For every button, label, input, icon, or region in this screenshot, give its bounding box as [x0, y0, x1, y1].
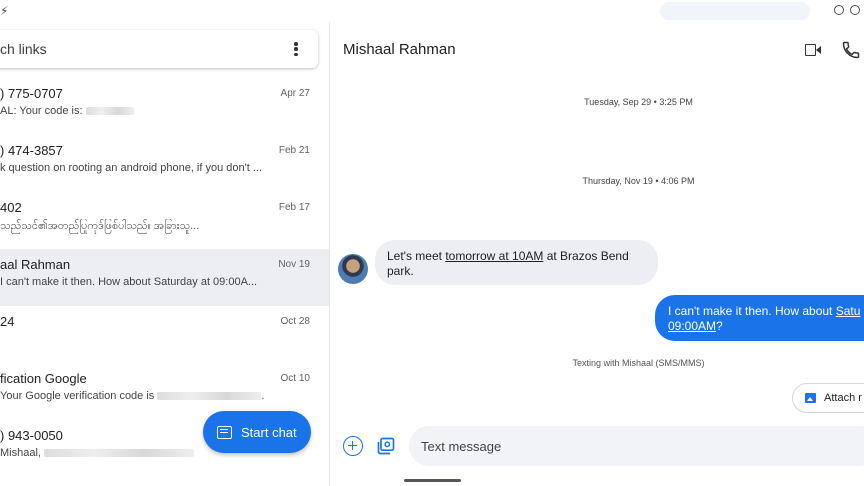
conversation-list-pane: ch links ) 775-0707 AL: Your code is: Ap… — [0, 22, 330, 486]
search-bar[interactable]: ch links — [0, 30, 318, 68]
phone-call-icon[interactable] — [841, 40, 861, 60]
wifi-icon — [850, 5, 860, 15]
conversation-date: Feb 21 — [278, 145, 310, 156]
thread-title: Mishaal Rahman — [343, 41, 456, 58]
conversation-name: 402 — [0, 200, 22, 215]
conversation-date: Oct 28 — [280, 316, 310, 327]
status-bar: ⚡ — [0, 0, 864, 22]
message-text: I can't make it then. How about — [668, 304, 836, 318]
conversation-snippet: k question on rooting an android phone, … — [0, 162, 263, 174]
attach-suggestion-chip[interactable]: Attach r — [792, 383, 864, 413]
conversation-snippet: Your Google verification code is . — [0, 390, 265, 402]
signal-icon: ⚡ — [0, 4, 9, 18]
conversation-name: ) 775-0707 — [0, 86, 63, 101]
conversation-date: Nov 19 — [278, 259, 310, 270]
timestamp: Tuesday, Sep 29 • 3:25 PM — [584, 97, 693, 107]
conversation-name: ) 474-3857 — [0, 143, 63, 158]
start-chat-label: Start chat — [241, 424, 297, 440]
chat-icon — [217, 425, 232, 439]
conversation-date: Feb 17 — [278, 202, 310, 213]
status-pill — [660, 2, 810, 20]
add-icon[interactable] — [343, 436, 363, 456]
avatar[interactable] — [338, 254, 368, 284]
outgoing-message-bubble[interactable]: I can't make it then. How about Satu 09:0… — [655, 295, 864, 341]
eye-icon — [834, 5, 844, 15]
redacted-text — [157, 392, 262, 401]
conversation-snippet: I can't make it then. How about Saturday… — [0, 276, 258, 288]
conversation-snippet: သည်သင်၏အတည်ပြုကုဒ်ဖြစ်ပါသည်။ အခြားသူ... — [0, 220, 200, 232]
message-input[interactable] — [409, 426, 864, 466]
message-link[interactable]: tomorrow at 10AM — [445, 249, 543, 263]
redacted-text — [44, 449, 195, 458]
conversation-name: 24 — [0, 314, 15, 329]
conversation-item[interactable]: ) 775-0707 AL: Your code is: Apr 27 — [0, 78, 329, 135]
conversation-snippet: AL: Your code is: — [0, 105, 268, 117]
conversation-date: Oct 10 — [280, 373, 310, 384]
message-link[interactable]: 09:00AM — [668, 319, 716, 333]
conversation-name: fication Google — [0, 371, 87, 386]
conversation-item[interactable]: ) 474-3857 k question on rooting an andr… — [0, 135, 329, 192]
attach-label: Attach r — [824, 392, 862, 404]
start-chat-button[interactable]: Start chat — [203, 411, 311, 453]
texting-mode-note: Texting with Mishaal (SMS/MMS) — [572, 358, 705, 368]
message-text: Let's meet — [387, 249, 446, 263]
message-text: ? — [716, 319, 723, 333]
gallery-icon[interactable] — [376, 436, 396, 456]
conversation-name: aal Rahman — [0, 257, 71, 272]
incoming-message-bubble[interactable]: Let's meet tomorrow at 10AM at Brazos Be… — [375, 240, 658, 285]
message-link[interactable]: Satu — [836, 304, 861, 318]
conversation-name: ) 943-0050 — [0, 428, 63, 443]
more-options-icon[interactable] — [288, 39, 304, 59]
video-call-icon[interactable] — [805, 44, 821, 56]
search-placeholder[interactable]: ch links — [0, 41, 47, 57]
navigation-handle — [404, 479, 461, 482]
redacted-text — [85, 107, 134, 116]
conversation-item-selected[interactable]: aal Rahman I can't make it then. How abo… — [0, 249, 329, 306]
timestamp: Thursday, Nov 19 • 4:06 PM — [582, 176, 695, 186]
conversation-thread-pane: Mishaal Rahman Tuesday, Sep 29 • 3:25 PM… — [331, 22, 864, 486]
conversation-item[interactable]: 24 Oct 28 — [0, 306, 329, 363]
conversation-date: Apr 27 — [280, 88, 310, 99]
image-icon — [805, 393, 816, 403]
status-icons — [834, 5, 860, 15]
conversation-item[interactable]: 402 သည်သင်၏အတည်ပြုကုဒ်ဖြစ်ပါသည်။ အခြားသူ… — [0, 192, 329, 249]
